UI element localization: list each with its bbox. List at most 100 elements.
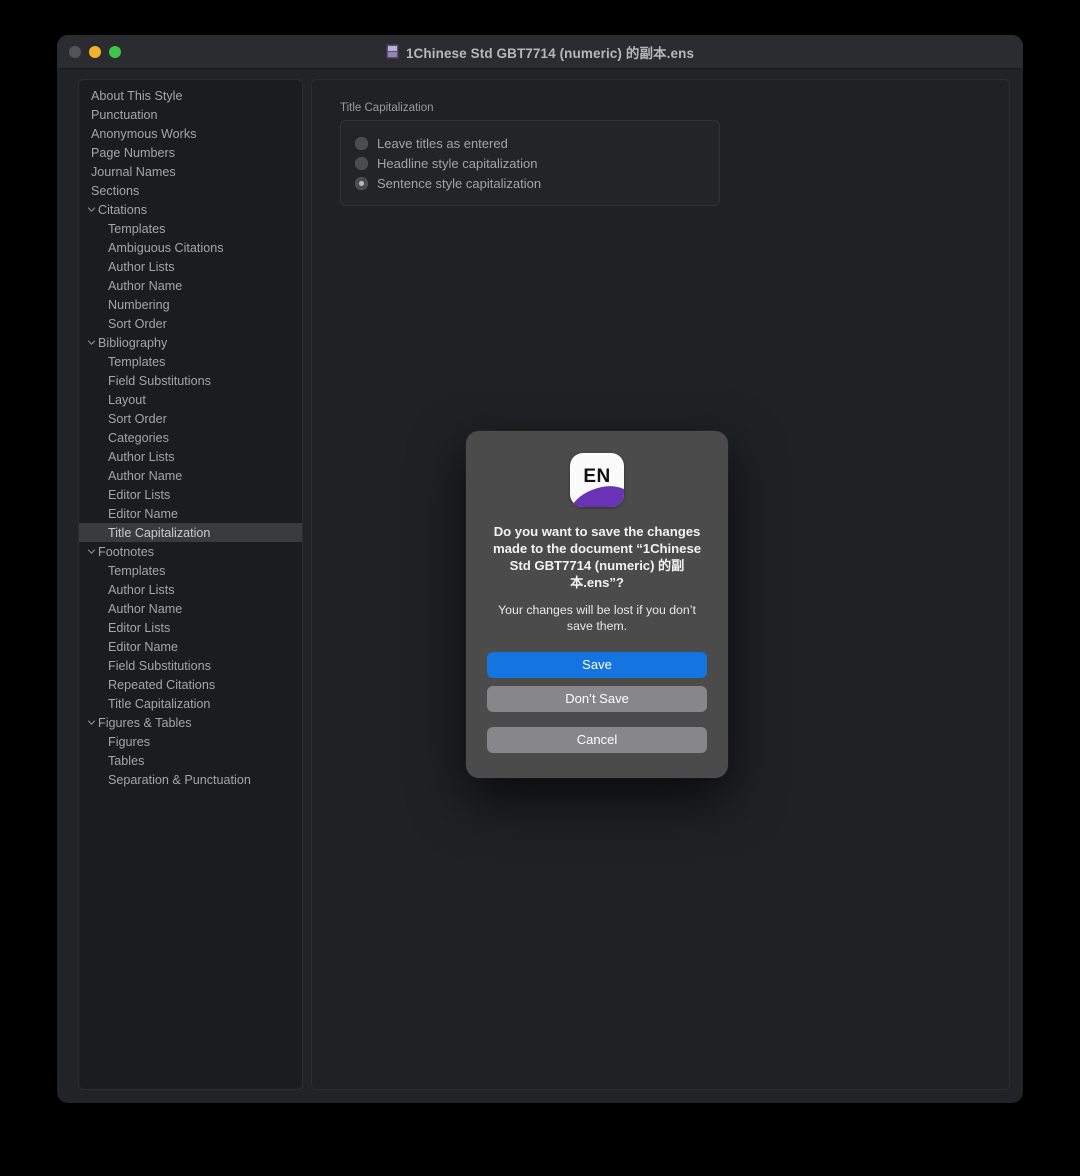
sidebar-item-journal-names[interactable]: Journal Names	[79, 162, 302, 181]
sidebar-item-templates[interactable]: Templates	[79, 561, 302, 580]
sidebar-item-separation-punctuation[interactable]: Separation & Punctuation	[79, 770, 302, 789]
sidebar-item-citations[interactable]: Citations	[79, 200, 302, 219]
sidebar-item-page-numbers[interactable]: Page Numbers	[79, 143, 302, 162]
sidebar-item-author-lists[interactable]: Author Lists	[79, 447, 302, 466]
sidebar-item-label: Editor Lists	[108, 620, 171, 635]
chevron-down-icon[interactable]	[85, 338, 98, 347]
sidebar-item-footnotes[interactable]: Footnotes	[79, 542, 302, 561]
sidebar-item-label: Separation & Punctuation	[108, 772, 251, 787]
button-gap	[487, 678, 707, 686]
sidebar-item-label: Citations	[98, 202, 147, 217]
sidebar-item-tables[interactable]: Tables	[79, 751, 302, 770]
sidebar-item-author-name[interactable]: Author Name	[79, 466, 302, 485]
cancel-button[interactable]: Cancel	[487, 727, 707, 753]
sidebar-item-anonymous-works[interactable]: Anonymous Works	[79, 124, 302, 143]
sidebar-item-label: Anonymous Works	[91, 126, 197, 141]
sidebar-item-label: Repeated Citations	[108, 677, 216, 692]
sidebar-item-label: Templates	[108, 221, 166, 236]
endnote-app-icon: EN	[570, 453, 624, 507]
sidebar-item-label: Templates	[108, 354, 166, 369]
minimize-button[interactable]	[89, 46, 101, 58]
title-capitalization-options: Leave titles as entered Headline style ca…	[340, 120, 720, 206]
sidebar-item-punctuation[interactable]: Punctuation	[79, 105, 302, 124]
style-sections-sidebar[interactable]: About This Style Punctuation Anonymous Wor…	[78, 79, 303, 1090]
sidebar-item-label: Sort Order	[108, 316, 167, 331]
sidebar-item-field-substitutions[interactable]: Field Substitutions	[79, 371, 302, 390]
sidebar-item-label: Editor Lists	[108, 487, 171, 502]
sidebar-item-label: Punctuation	[91, 107, 158, 122]
close-button[interactable]	[69, 46, 81, 58]
sidebar-item-label: Templates	[108, 563, 166, 578]
sidebar-item-label: Tables	[108, 753, 145, 768]
sidebar-item-label: Title Capitalization	[108, 525, 211, 540]
sidebar-item-title-capitalization[interactable]: Title Capitalization	[79, 694, 302, 713]
sidebar-item-label: Author Name	[108, 278, 183, 293]
radio-option-leave-titles-as-entered[interactable]: Leave titles as entered	[341, 133, 719, 153]
dialog-buttons: Save Don’t Save Cancel	[487, 652, 707, 753]
sidebar-item-sort-order[interactable]: Sort Order	[79, 314, 302, 333]
radio-option-label: Leave titles as entered	[377, 135, 508, 151]
sidebar-item-title-capitalization[interactable]: Title Capitalization	[79, 523, 302, 542]
sidebar-item-label: Bibliography	[98, 335, 168, 350]
chevron-down-icon[interactable]	[85, 718, 98, 727]
radio-option-label: Headline style capitalization	[377, 155, 538, 171]
sidebar-item-templates[interactable]: Templates	[79, 352, 302, 371]
sidebar-item-label: Author Lists	[108, 449, 175, 464]
sidebar-item-label: Field Substitutions	[108, 658, 211, 673]
sidebar-item-label: Author Name	[108, 468, 183, 483]
sidebar-item-label: Journal Names	[91, 164, 176, 179]
style-editor-window: 1Chinese Std GBT7714 (numeric) 的副本.ens A…	[57, 35, 1023, 1103]
sidebar-item-ambiguous-citations[interactable]: Ambiguous Citations	[79, 238, 302, 257]
sidebar-item-author-lists[interactable]: Author Lists	[79, 580, 302, 599]
document-icon	[385, 44, 399, 59]
sidebar-item-sort-order[interactable]: Sort Order	[79, 409, 302, 428]
radio-button-icon[interactable]	[355, 156, 368, 170]
dialog-title: Do you want to save the changes made to …	[492, 524, 702, 590]
sidebar-item-label: Figures	[108, 734, 150, 749]
sidebar-item-editor-name[interactable]: Editor Name	[79, 637, 302, 656]
sidebar-item-field-substitutions[interactable]: Field Substitutions	[79, 656, 302, 675]
sidebar-item-bibliography[interactable]: Bibliography	[79, 333, 302, 352]
sidebar-item-label: Field Substitutions	[108, 373, 211, 388]
sidebar-item-label: Numbering	[108, 297, 170, 312]
traffic-lights	[69, 35, 121, 69]
sidebar-item-editor-lists[interactable]: Editor Lists	[79, 485, 302, 504]
sidebar-item-label: Title Capitalization	[108, 696, 211, 711]
chevron-down-icon[interactable]	[85, 547, 98, 556]
window-title: 1Chinese Std GBT7714 (numeric) 的副本.ens	[405, 45, 695, 61]
sidebar-item-numbering[interactable]: Numbering	[79, 295, 302, 314]
sidebar-item-about-this-style[interactable]: About This Style	[79, 86, 302, 105]
sidebar-item-figures[interactable]: Figures	[79, 732, 302, 751]
radio-button-icon[interactable]	[355, 136, 368, 150]
sidebar-item-label: Editor Name	[108, 639, 178, 654]
chevron-down-icon[interactable]	[85, 205, 98, 214]
sidebar-item-categories[interactable]: Categories	[79, 428, 302, 447]
save-button[interactable]: Save	[487, 652, 707, 678]
sidebar-item-editor-name[interactable]: Editor Name	[79, 504, 302, 523]
window-titlebar: 1Chinese Std GBT7714 (numeric) 的副本.ens	[57, 35, 1023, 69]
sidebar-item-label: Author Lists	[108, 259, 175, 274]
sidebar-item-templates[interactable]: Templates	[79, 219, 302, 238]
sidebar-item-label: Author Name	[108, 601, 183, 616]
window-title-group: 1Chinese Std GBT7714 (numeric) 的副本.ens	[57, 42, 1023, 62]
sidebar-item-layout[interactable]: Layout	[79, 390, 302, 409]
sidebar-item-label: Editor Name	[108, 506, 178, 521]
sidebar-item-sections[interactable]: Sections	[79, 181, 302, 200]
sidebar-item-author-name[interactable]: Author Name	[79, 276, 302, 295]
sidebar-item-label: Ambiguous Citations	[108, 240, 224, 255]
sidebar-item-label: Sections	[91, 183, 140, 198]
dont-save-button[interactable]: Don’t Save	[487, 686, 707, 712]
radio-option-headline-style-capitalization[interactable]: Headline style capitalization	[341, 153, 719, 173]
sidebar-item-label: Page Numbers	[91, 145, 175, 160]
sidebar-item-repeated-citations[interactable]: Repeated Citations	[79, 675, 302, 694]
button-gap	[487, 712, 707, 727]
sidebar-item-author-name[interactable]: Author Name	[79, 599, 302, 618]
sidebar-item-figures-tables[interactable]: Figures & Tables	[79, 713, 302, 732]
zoom-button[interactable]	[109, 46, 121, 58]
radio-button-icon[interactable]	[355, 176, 368, 190]
group-label: Title Capitalization	[340, 102, 434, 114]
sidebar-item-author-lists[interactable]: Author Lists	[79, 257, 302, 276]
sidebar-item-editor-lists[interactable]: Editor Lists	[79, 618, 302, 637]
radio-option-sentence-style-capitalization[interactable]: Sentence style capitalization	[341, 173, 719, 193]
sidebar-item-label: Categories	[108, 430, 169, 445]
